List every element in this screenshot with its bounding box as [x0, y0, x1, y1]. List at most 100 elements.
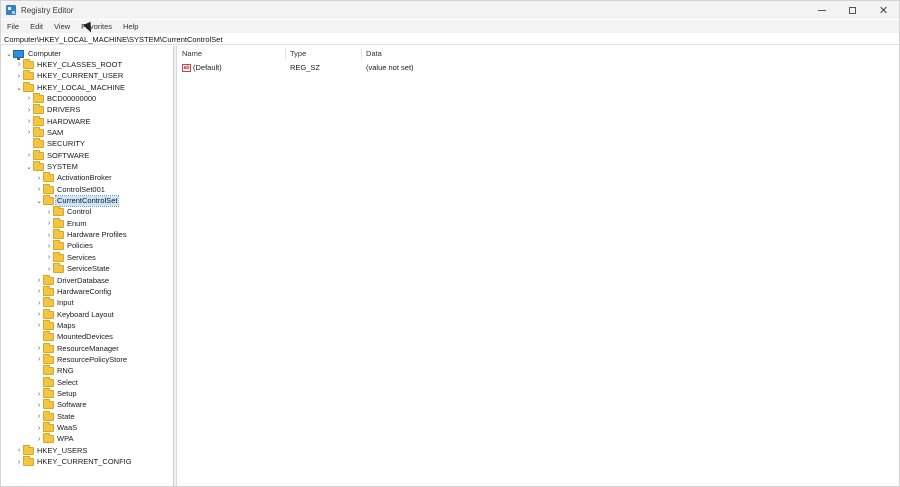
tree-node[interactable]: › HKEY_CURRENT_CONFIG: [15, 456, 133, 468]
menu-file[interactable]: File: [3, 22, 23, 31]
tree-node[interactable]: › HKEY_CURRENT_USER: [15, 70, 124, 82]
tree-node[interactable]: ⌄ CurrentControlSet: [35, 195, 120, 208]
chevron-down-icon[interactable]: ⌄: [5, 48, 13, 59]
tree-node-label: Policies: [67, 241, 93, 251]
tree-node[interactable]: › Keyboard Layout: [35, 308, 115, 320]
chevron-right-icon[interactable]: ›: [35, 354, 43, 365]
tree-node[interactable]: › SAM: [25, 126, 64, 138]
tree-node[interactable]: › Policies: [45, 240, 94, 252]
chevron-right-icon[interactable]: ›: [45, 218, 53, 229]
close-button[interactable]: ✕: [868, 1, 899, 19]
chevron-right-icon[interactable]: ›: [35, 184, 43, 195]
tree-node[interactable]: › Control: [45, 206, 92, 218]
tree-node[interactable]: › SOFTWARE: [25, 149, 90, 161]
value-row[interactable]: ab (Default) REG_SZ (value not set): [178, 62, 522, 74]
tree-node[interactable]: Select: [35, 376, 79, 388]
chevron-right-icon[interactable]: ›: [25, 105, 33, 116]
tree-node[interactable]: › HARDWARE: [25, 115, 91, 127]
folder-icon: [53, 263, 64, 274]
tree-node[interactable]: › DriverDatabase: [35, 274, 110, 286]
menu-view[interactable]: View: [50, 22, 74, 31]
chevron-down-icon[interactable]: ⌄: [15, 82, 23, 93]
tree-node[interactable]: › ControlSet001: [35, 183, 106, 195]
chevron-right-icon[interactable]: ›: [15, 445, 23, 456]
chevron-right-icon[interactable]: ›: [45, 264, 53, 275]
tree-node[interactable]: › State: [35, 410, 76, 422]
tree-node[interactable]: SECURITY: [25, 138, 86, 150]
tree-node[interactable]: › Maps: [35, 319, 76, 331]
chevron-right-icon[interactable]: ›: [35, 434, 43, 445]
menu-edit[interactable]: Edit: [26, 22, 47, 31]
address-bar[interactable]: Computer\HKEY_LOCAL_MACHINE\SYSTEM\Curre…: [1, 34, 899, 45]
chevron-down-icon[interactable]: ⌄: [35, 196, 43, 207]
tree-node[interactable]: ⌄ Computer: [5, 48, 62, 60]
column-header-name[interactable]: Name: [178, 48, 286, 60]
chevron-right-icon[interactable]: ›: [25, 150, 33, 161]
chevron-right-icon[interactable]: ›: [45, 207, 53, 218]
tree-node-label: Software: [57, 400, 87, 410]
tree-node[interactable]: › HKEY_USERS: [15, 444, 88, 456]
chevron-right-icon[interactable]: ›: [25, 116, 33, 127]
tree-node-label: DriverDatabase: [57, 275, 110, 285]
tree-node[interactable]: › ActivationBroker: [35, 172, 113, 184]
chevron-right-icon[interactable]: ›: [15, 71, 23, 82]
tree-node[interactable]: › HardwareConfig: [35, 285, 112, 297]
tree-node-label: Setup: [57, 389, 77, 398]
key-tree-pane[interactable]: ⌄ Computer › HKEY_CLASSES_ROOT › HKEY_CURRENT…: [1, 46, 174, 486]
chevron-right-icon[interactable]: ›: [45, 252, 53, 263]
values-list-pane[interactable]: Name Type Data ab (Default) REG_SZ (value…: [178, 46, 899, 486]
tree-node[interactable]: › Setup: [35, 388, 78, 400]
tree-node[interactable]: MountedDevices: [35, 331, 114, 343]
folder-icon: [43, 297, 54, 308]
tree-node-label: Keyboard Layout: [57, 309, 114, 319]
tree-node[interactable]: › ServiceState: [45, 263, 111, 275]
chevron-right-icon[interactable]: ›: [45, 230, 53, 241]
chevron-right-icon[interactable]: ›: [25, 93, 33, 104]
chevron-right-icon[interactable]: ›: [15, 457, 23, 468]
chevron-down-icon[interactable]: ⌄: [25, 162, 33, 173]
tree-node[interactable]: › Services: [45, 251, 97, 263]
column-header-type[interactable]: Type: [286, 48, 362, 60]
tree-node-label: Enum: [67, 218, 87, 228]
chevron-right-icon[interactable]: ›: [35, 309, 43, 320]
tree-node[interactable]: RNG: [35, 365, 75, 377]
folder-icon: [43, 195, 54, 206]
tree-node[interactable]: › ResourcePolicyStore: [35, 353, 128, 365]
tree-node[interactable]: › WPA: [35, 433, 75, 445]
tree-node[interactable]: › DRIVERS: [25, 104, 81, 116]
tree-node[interactable]: › Enum: [45, 217, 88, 229]
chevron-right-icon[interactable]: ›: [35, 173, 43, 184]
column-header-data[interactable]: Data: [362, 48, 522, 60]
tree-node-label: HKEY_CURRENT_CONFIG: [37, 457, 132, 467]
chevron-right-icon[interactable]: ›: [35, 286, 43, 297]
chevron-right-icon[interactable]: ›: [35, 275, 43, 286]
tree-node-label: Input: [57, 298, 74, 308]
tree-node[interactable]: ⌄ SYSTEM: [25, 161, 79, 173]
folder-icon: [43, 319, 54, 330]
chevron-right-icon[interactable]: ›: [35, 389, 43, 400]
tree-node[interactable]: › Software: [35, 399, 88, 411]
chevron-right-icon[interactable]: ›: [25, 127, 33, 138]
chevron-right-icon[interactable]: ›: [35, 320, 43, 331]
close-icon: ✕: [878, 4, 889, 17]
chevron-right-icon[interactable]: ›: [15, 59, 23, 70]
tree-node[interactable]: › BCD00000000: [25, 92, 97, 104]
chevron-right-icon[interactable]: ›: [45, 241, 53, 252]
title-bar[interactable]: Registry Editor ✕: [1, 1, 899, 19]
tree-node[interactable]: › Input: [35, 297, 75, 309]
chevron-right-icon[interactable]: ›: [35, 411, 43, 422]
menu-bar: File Edit View Favorites Help: [1, 20, 899, 33]
chevron-right-icon[interactable]: ›: [35, 298, 43, 309]
tree-node[interactable]: › ResourceManager: [35, 342, 120, 354]
maximize-button[interactable]: [837, 1, 868, 19]
chevron-right-icon[interactable]: ›: [35, 343, 43, 354]
tree-node[interactable]: › WaaS: [35, 422, 78, 434]
tree-node[interactable]: › Hardware Profiles: [45, 229, 128, 241]
tree-node[interactable]: ⌄ HKEY_LOCAL_MACHINE: [15, 81, 126, 93]
chevron-right-icon[interactable]: ›: [35, 400, 43, 411]
minimize-button[interactable]: [806, 1, 837, 19]
pane-splitter[interactable]: [174, 46, 177, 486]
tree-node[interactable]: › HKEY_CLASSES_ROOT: [15, 58, 123, 70]
chevron-right-icon[interactable]: ›: [35, 423, 43, 434]
menu-help[interactable]: Help: [119, 22, 142, 31]
